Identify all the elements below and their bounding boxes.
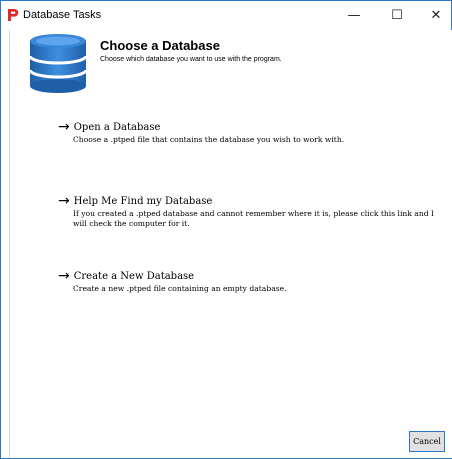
p-logo-icon bbox=[8, 9, 19, 21]
minimize-button[interactable]: — bbox=[335, 1, 373, 30]
option-link[interactable]: → Help Me Find my Database bbox=[58, 193, 448, 209]
window-title: Database Tasks bbox=[23, 9, 102, 21]
dialog-content: Choose a Database Choose which database … bbox=[9, 30, 452, 458]
option-label[interactable]: Create a New Database bbox=[74, 271, 194, 282]
option-open-database[interactable]: → Open a Database Choose a .ptped file t… bbox=[58, 119, 448, 145]
cancel-button[interactable]: Cancel bbox=[409, 431, 445, 452]
maximize-button[interactable]: ☐ bbox=[378, 1, 416, 30]
option-link[interactable]: → Open a Database bbox=[58, 119, 448, 135]
header-subtitle: Choose which database you want to use wi… bbox=[100, 56, 282, 63]
option-label[interactable]: Help Me Find my Database bbox=[74, 196, 213, 207]
close-button[interactable]: ✕ bbox=[421, 1, 451, 30]
header-title: Choose a Database bbox=[100, 38, 220, 53]
option-description: If you created a .ptped database and can… bbox=[73, 209, 434, 228]
option-description: Choose a .ptped file that contains the d… bbox=[73, 135, 345, 144]
option-create-database[interactable]: → Create a New Database Create a new .pt… bbox=[58, 268, 448, 294]
option-description: Create a new .ptped file containing an e… bbox=[73, 284, 287, 293]
title-bar[interactable]: Database Tasks — ☐ ✕ bbox=[1, 1, 451, 30]
right-arrow-icon: → bbox=[58, 268, 70, 284]
option-label[interactable]: Open a Database bbox=[74, 122, 161, 133]
right-arrow-icon: → bbox=[58, 193, 70, 209]
option-find-database[interactable]: → Help Me Find my Database If you create… bbox=[58, 193, 448, 229]
right-arrow-icon: → bbox=[58, 119, 70, 135]
header-band: Choose a Database Choose which database … bbox=[10, 30, 452, 93]
database-icon bbox=[28, 34, 88, 93]
option-link[interactable]: → Create a New Database bbox=[58, 268, 448, 284]
window: Database Tasks — ☐ ✕ Choose a Database C… bbox=[0, 0, 452, 459]
